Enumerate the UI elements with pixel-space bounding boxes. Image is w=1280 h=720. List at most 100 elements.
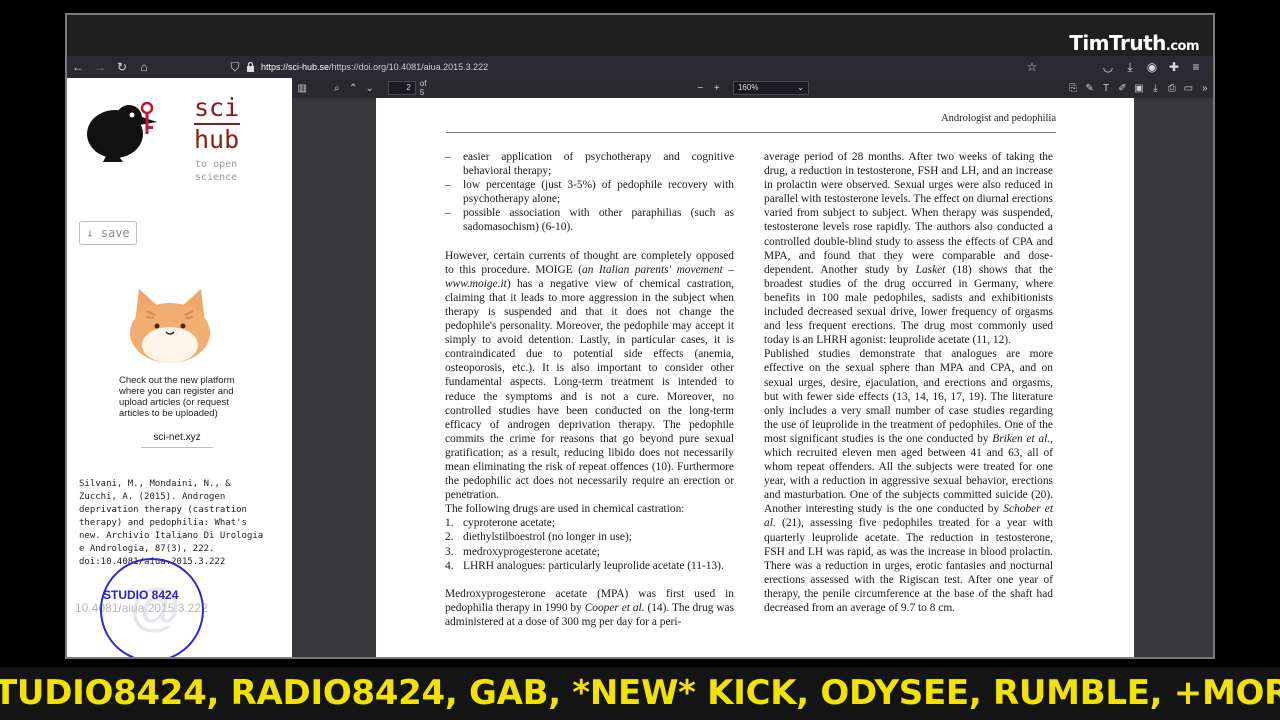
shield-icon[interactable]: ⛉ xyxy=(227,56,243,78)
paragraph: Published studies demonstrate that analo… xyxy=(764,347,1053,615)
pdf-toolbar: ▥ ⌕ ⌃ ⌄ 2 of 5 − + 160% ⌄ ⎘ ✎ T ✐ ▣ ⤓ ⎙ ▭… xyxy=(292,78,1213,98)
zoom-value: 160% xyxy=(737,83,759,92)
news-ticker: TUDIO8424, RADIO8424, GAB, *NEW* KICK, O… xyxy=(0,667,1280,720)
print-icon[interactable]: ⎙ xyxy=(1164,83,1180,94)
studio-badge-label: STUDIO 8424 xyxy=(103,588,179,602)
paragraph: Medroxyprogesterone acetate (MPA) was fi… xyxy=(445,587,734,629)
image-icon[interactable]: ▣ xyxy=(1131,83,1147,94)
drug-item: 4. LHRH analogues: particularly leuprolid… xyxy=(445,559,734,573)
url-text[interactable]: https://sci-hub.se/https://doi.org/10.40… xyxy=(261,62,488,72)
text-run: (18) shows that the broadest studies of … xyxy=(764,263,1053,347)
screen-capture-frame: TimTruth.com ← → ↻ ⌂ ⛉ https://sci-hub.s… xyxy=(65,13,1215,659)
list-number: 1. xyxy=(445,517,454,530)
list-number: 3. xyxy=(445,545,454,558)
logo-hub: hub xyxy=(194,125,240,154)
logo-sci: sci xyxy=(194,93,240,122)
promo-text: Check out the new platform where you can… xyxy=(119,375,235,419)
chevron-down-icon: ⌄ xyxy=(797,83,804,92)
bullet-text: low percentage (just 3-5%) of pedophile … xyxy=(463,179,734,206)
right-column: average period of 28 months. After two w… xyxy=(764,150,1053,615)
home-icon[interactable]: ⌂ xyxy=(133,56,155,78)
drug-item: 3. medroxyprogesterone acetate; xyxy=(445,545,734,559)
download-icon[interactable]: ⤓ xyxy=(1119,56,1141,78)
drug-text: diethylstilboestrol (no longer in use); xyxy=(463,531,632,544)
scihub-sidebar: sci hub to open science ↓ save Check out t… xyxy=(67,78,292,657)
watermark-suffix: .com xyxy=(1165,39,1200,54)
save-pdf-icon[interactable]: ⎘ xyxy=(1065,83,1081,94)
scihub-tagline: to open science xyxy=(195,158,237,184)
draw-icon[interactable]: ✐ xyxy=(1114,83,1130,94)
search-icon[interactable]: ⌕ xyxy=(328,83,344,94)
bullet-text: possible association with other paraphil… xyxy=(463,207,734,234)
reload-icon[interactable]: ↻ xyxy=(111,56,133,78)
header-rule xyxy=(446,132,1056,133)
cat-mascot-image[interactable] xyxy=(127,283,213,365)
list-number: 4. xyxy=(445,559,454,572)
drug-item: 1. cyproterone acetate; xyxy=(445,516,734,530)
list-number: 2. xyxy=(445,531,454,544)
open-file-icon[interactable]: ▭ xyxy=(1180,83,1196,94)
browser-actions: ◡ ⤓ ◉ ✚ ≡ xyxy=(1097,56,1213,78)
zoom-out-icon[interactable]: − xyxy=(692,83,708,94)
text-run-italic: Cooper et al. xyxy=(584,601,645,614)
bullet-dash: – xyxy=(445,179,451,192)
next-page-icon[interactable]: ⌄ xyxy=(361,83,377,94)
drug-text: medroxyprogesterone acetate; xyxy=(463,545,600,558)
highlight-icon[interactable]: ✎ xyxy=(1081,83,1097,94)
tagline-line-1: to open xyxy=(195,159,238,170)
save-button[interactable]: ↓ save xyxy=(79,221,137,245)
pdf-page: Andrologist and pedophilia – easier appli… xyxy=(376,98,1134,657)
bullet-item: – possible association with other paraphi… xyxy=(445,206,734,234)
channel-watermark: TimTruth.com xyxy=(1069,31,1199,55)
stream-canvas: TimTruth.com ← → ↻ ⌂ ⛉ https://sci-hub.s… xyxy=(0,0,1280,720)
text-run-italic: Briken et al. xyxy=(992,432,1051,445)
account-icon[interactable]: ◉ xyxy=(1141,56,1163,78)
bullet-item: – easier application of psychotherapy and… xyxy=(445,150,734,178)
address-bar[interactable]: ⛉ https://sci-hub.se/https://doi.org/10.… xyxy=(227,56,1007,78)
bullet-dash: – xyxy=(445,151,451,163)
watermark-main: TimTruth xyxy=(1069,31,1166,55)
browser-toolbar: ← → ↻ ⌂ ⛉ https://sci-hub.se/https://doi… xyxy=(67,56,1213,78)
menu-icon[interactable]: ≡ xyxy=(1185,56,1207,78)
url-path: /https://doi.org/10.4081/aiua.2015.3.222 xyxy=(329,62,489,72)
text-icon[interactable]: T xyxy=(1098,83,1114,94)
drug-text: cyproterone acetate; xyxy=(463,517,556,530)
back-icon[interactable]: ← xyxy=(67,56,89,78)
text-run: average period of 28 months. After two w… xyxy=(764,151,1053,276)
scihub-wordmark[interactable]: sci hub xyxy=(194,94,240,154)
text-run: (21), assessing five pedophiles treated … xyxy=(764,517,1053,614)
pocket-icon[interactable]: ◡ xyxy=(1097,56,1119,78)
drug-text: LHRH analogues: particularly leuprolide … xyxy=(463,559,724,572)
list-intro: The following drugs are used in chemical… xyxy=(445,503,685,516)
scihub-raven-logo[interactable] xyxy=(81,96,159,162)
tagline-line-2: science xyxy=(195,172,238,183)
left-column: – easier application of psychotherapy and… xyxy=(445,150,734,629)
bullet-text: easier application of psychotherapy and … xyxy=(463,151,734,178)
text-run: Published studies demonstrate that analo… xyxy=(764,348,1053,445)
studio-at-glyph: @ xyxy=(129,579,182,637)
drug-item: 2. diethylstilboestrol (no longer in use)… xyxy=(445,530,734,544)
previous-page-icon[interactable]: ⌃ xyxy=(345,83,361,94)
scinet-link[interactable]: sci-net.xyz xyxy=(141,432,213,448)
more-tools-icon[interactable]: » xyxy=(1197,83,1213,94)
lock-icon[interactable] xyxy=(243,56,257,78)
text-run: ) has a negative view of chemical castra… xyxy=(445,277,734,502)
running-head: Andrologist and pedophilia xyxy=(941,113,1056,124)
paragraph: However, certain currents of thought are… xyxy=(445,249,734,503)
star-icon[interactable]: ☆ xyxy=(1021,56,1043,78)
bullet-item: – low percentage (just 3-5%) of pedophile… xyxy=(445,178,734,206)
forward-icon[interactable]: → xyxy=(89,56,111,78)
paragraph: average period of 28 months. After two w… xyxy=(764,150,1053,347)
zoom-select[interactable]: 160% ⌄ xyxy=(732,81,809,95)
zoom-in-icon[interactable]: + xyxy=(709,83,725,94)
page-count: of 5 xyxy=(419,79,427,97)
bullet-dash: – xyxy=(445,207,451,220)
citation-text: Silvani, M., Mondaini, N., & Zucchi, A. … xyxy=(79,479,264,567)
page-number-input[interactable]: 2 xyxy=(387,81,416,95)
url-host: https://sci-hub.se xyxy=(261,62,330,72)
text-run-italic: Lasket xyxy=(915,263,946,276)
ticker-text: TUDIO8424, RADIO8424, GAB, *NEW* KICK, O… xyxy=(0,673,1280,713)
download-pdf-icon[interactable]: ⤓ xyxy=(1147,83,1163,94)
extensions-icon[interactable]: ✚ xyxy=(1163,56,1185,78)
sidebar-toggle-icon[interactable]: ▥ xyxy=(294,83,310,94)
